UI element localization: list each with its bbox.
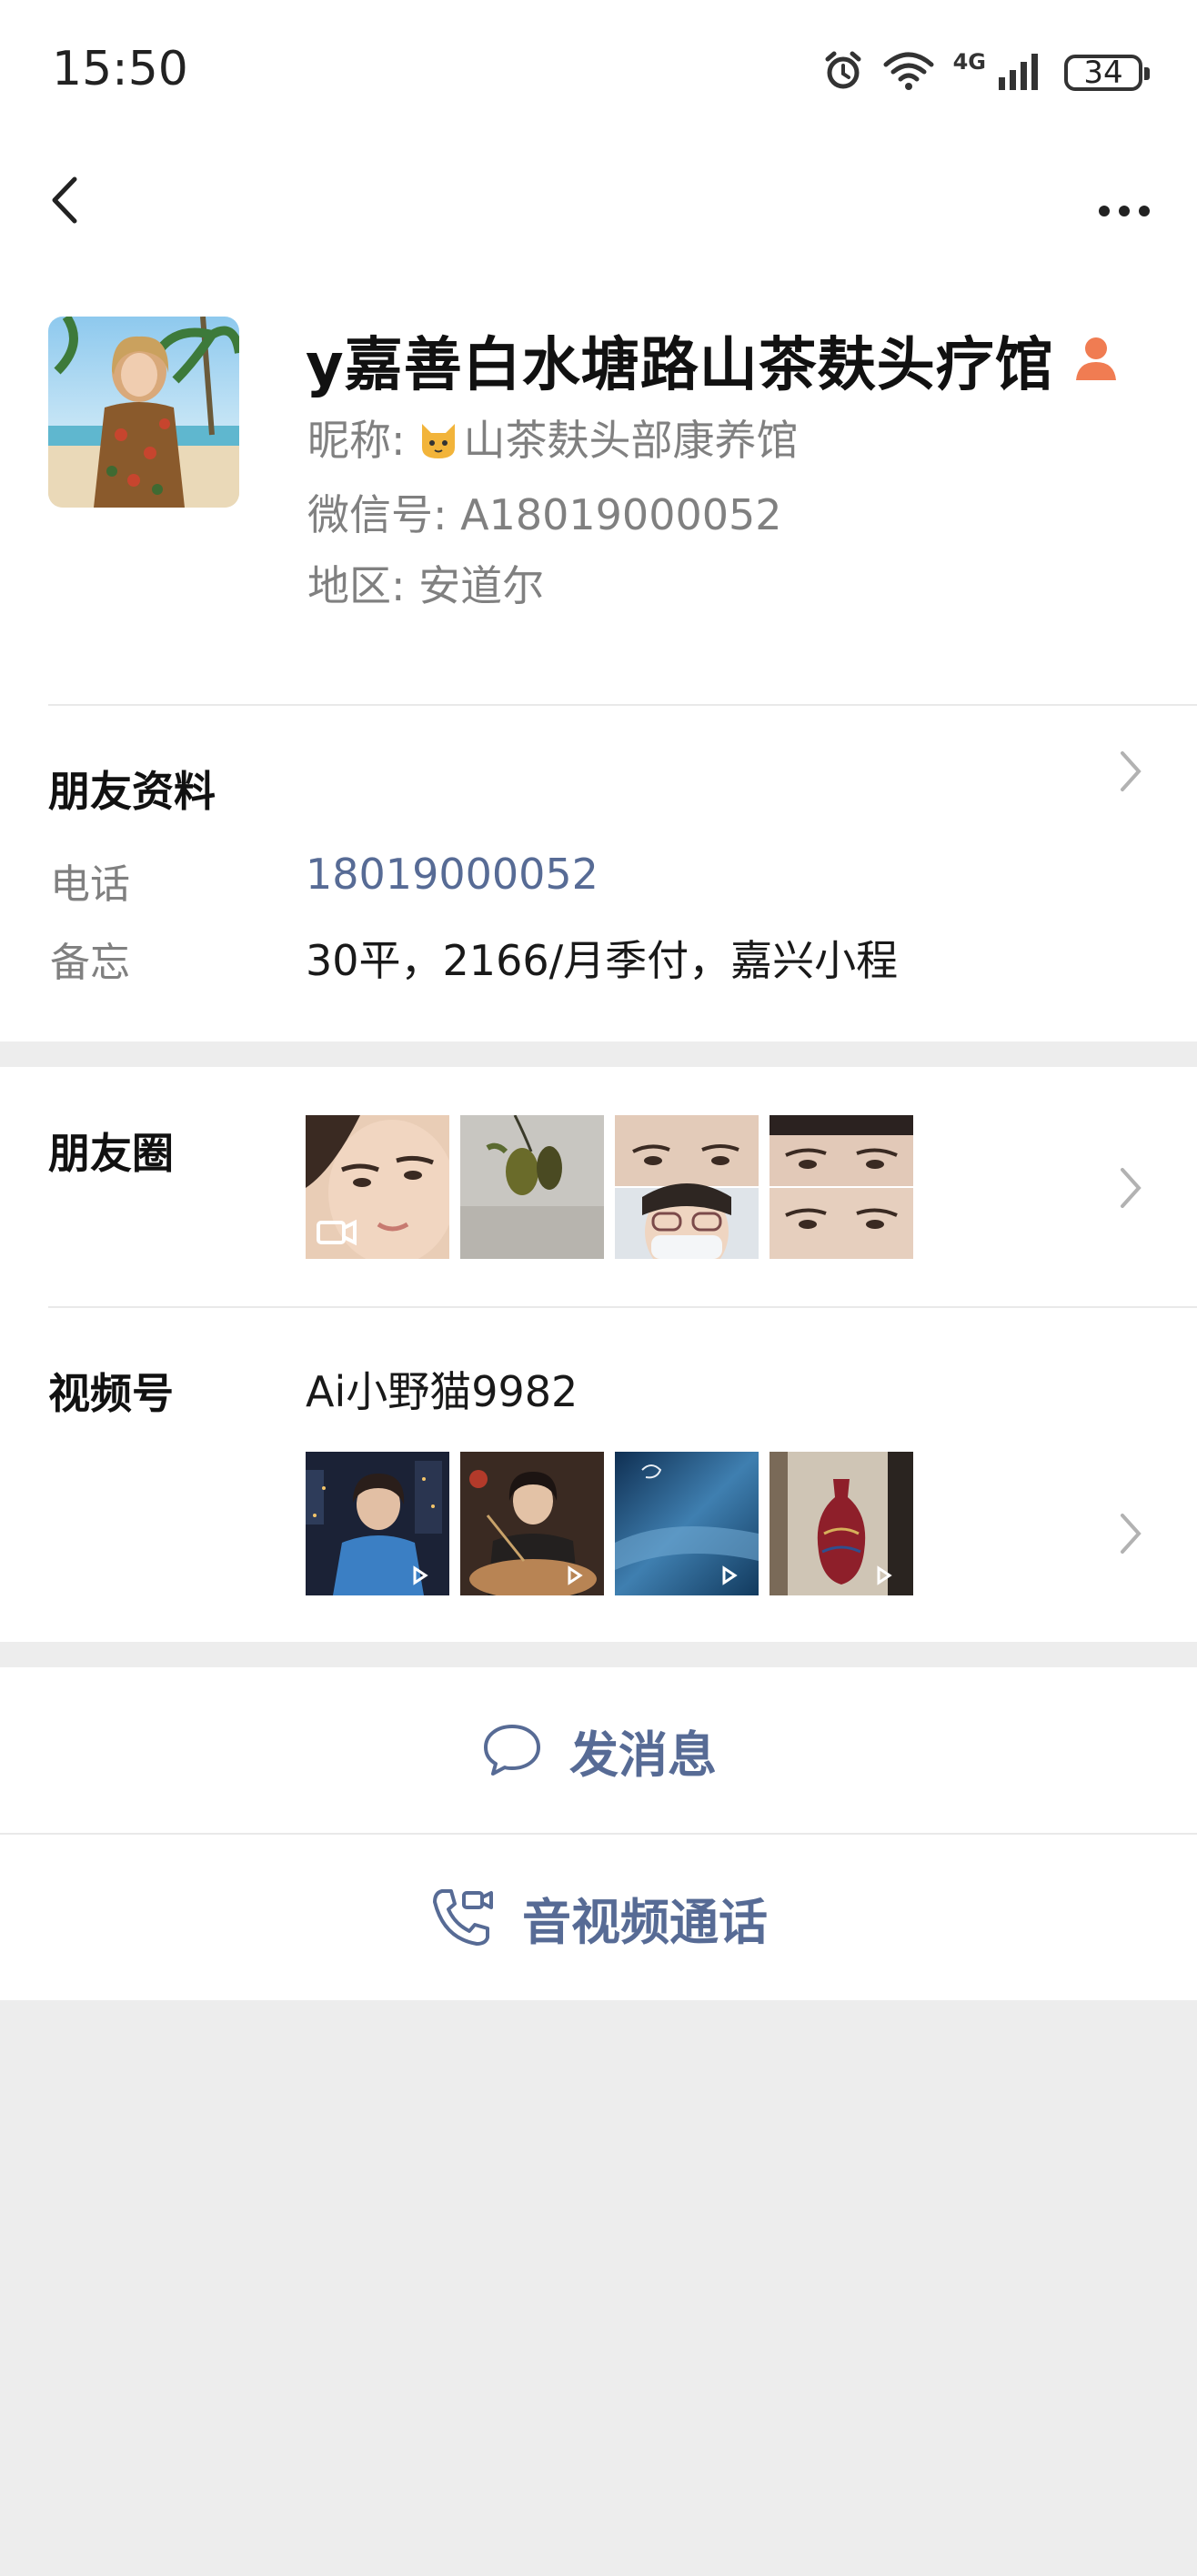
channels-thumb-woman-blue-suit[interactable] [306,1452,449,1595]
section-gap [0,1642,1197,1667]
moments-thumb-face-collage[interactable] [615,1115,759,1259]
back-button[interactable] [36,168,100,232]
region-line: 地区: 安道尔 [307,553,544,613]
phone-label: 电话 [50,861,130,908]
more-button[interactable] [1088,168,1161,232]
phone-video-icon [433,1889,493,1946]
video-call-button[interactable]: 音视频通话 [0,1835,1197,2000]
phone-number-link[interactable]: 18019000052 [306,850,598,899]
more-dots-icon [1099,206,1150,216]
section-gap [0,1041,1197,1067]
divider [48,704,1197,706]
moments-thumb-fruit-branch[interactable] [460,1115,604,1259]
channels-thumb-woman-dining[interactable] [460,1452,604,1595]
enterprise-contact-icon [1074,335,1118,386]
battery-indicator: 34 [1064,55,1150,91]
moments-thumb-video-face[interactable] [306,1115,449,1259]
chevron-right-icon [1121,751,1142,791]
channels-thumb-blue-blur[interactable] [615,1452,759,1595]
note-label: 备忘 [50,940,130,986]
chevron-right-icon [1121,1514,1142,1554]
display-name: y嘉善白水塘路山茶麸头疗馆 [306,332,1054,399]
channels-account: Ai小野猫9982 [306,1367,578,1416]
avatar[interactable] [48,317,239,508]
battery-level: 34 [1083,55,1123,91]
alarm-icon [822,50,864,96]
nickname-label: 昵称: [307,416,406,465]
status-bar: 15:50 4G 34 [0,0,1197,136]
moments-thumb-eyes-collage[interactable] [770,1115,913,1259]
divider [48,1306,1197,1308]
moments-title: 朋友圈 [48,1129,174,1178]
network-type-label: 4G [952,49,986,75]
wifi-icon [882,50,935,96]
note-value: 30平，2166/月季付，嘉兴小程 [306,936,899,985]
signal-icon [997,50,1046,96]
wechat-id-value[interactable]: A18019000052 [460,490,781,539]
region-label: 地区: [307,561,406,610]
channels-title: 视频号 [48,1369,174,1418]
nickname-value: 山茶麸头部康养馆 [463,416,799,465]
nav-bar [0,155,1197,246]
chevron-left-icon [52,176,77,224]
video-call-label: 音视频通话 [522,1893,768,1951]
cat-emoji-icon [418,420,458,460]
wechat-id-line: 微信号: A18019000052 [307,482,782,542]
region-value: 安道尔 [418,561,545,610]
chat-bubble-icon [484,1725,540,1776]
send-message-label: 发消息 [569,1726,717,1784]
channels-thumb-red-vase[interactable] [770,1452,913,1595]
send-message-button[interactable]: 发消息 [0,1667,1197,1833]
chevron-right-icon [1121,1168,1142,1208]
status-time: 15:50 [52,42,188,96]
nickname-line: 昵称: 山茶麸头部康养馆 [307,408,799,468]
name-row: y嘉善白水塘路山茶麸头疗馆 [306,318,1118,402]
friend-info-title: 朋友资料 [48,767,216,816]
status-icons: 4G 34 [822,45,1150,100]
wechat-id-label: 微信号: [307,490,448,539]
